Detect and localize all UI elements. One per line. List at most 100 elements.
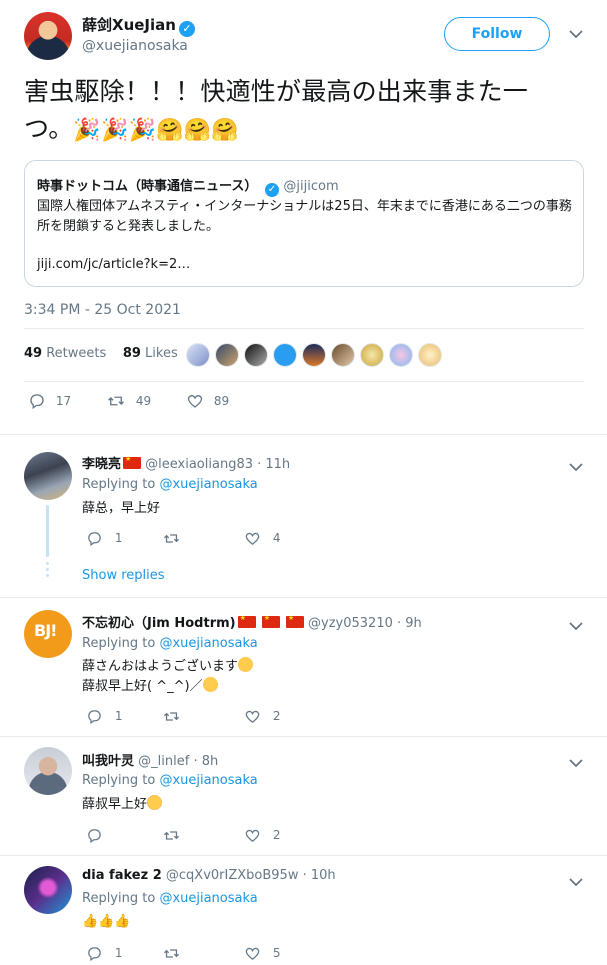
- china-flag-icon: [237, 614, 256, 628]
- thread-dots: [46, 562, 49, 580]
- author-name[interactable]: 薛剑XueJian ✓: [82, 14, 195, 37]
- tweet-text: 害虫駆除！！！快適性が最高の出来事また一 つ。🎉🎉🎉🤗🤗🤗: [24, 73, 584, 149]
- retweet-icon: [163, 949, 180, 958]
- reply-button[interactable]: 1: [86, 945, 122, 962]
- smiling-face-with-hearts-icon: [147, 795, 163, 810]
- reply-avatar[interactable]: [24, 452, 72, 500]
- replying-to: Replying to @xuejianosaka: [82, 477, 258, 492]
- retweet-button[interactable]: [162, 827, 181, 844]
- china-flag-icon: [285, 614, 304, 628]
- retweet-button[interactable]: [162, 708, 181, 725]
- like-button[interactable]: 89: [186, 392, 229, 410]
- retweet-button[interactable]: [162, 945, 181, 962]
- reply-text: 薛总，早上好: [82, 501, 161, 516]
- liker-avatar[interactable]: [273, 343, 297, 367]
- liker-avatar[interactable]: [302, 343, 326, 367]
- divider: [24, 328, 584, 329]
- replying-to-link[interactable]: @xuejianosaka: [159, 891, 257, 906]
- tweet-emojis: 🎉🎉🎉🤗🤗🤗: [73, 118, 239, 143]
- avatar-logo: BJ!: [34, 621, 57, 640]
- replying-to: Replying to @xuejianosaka: [82, 773, 258, 788]
- reply-icon: [88, 532, 101, 547]
- reply-icon: [30, 394, 44, 410]
- reply-button[interactable]: 1: [86, 530, 122, 547]
- reply-button[interactable]: 17: [28, 392, 71, 410]
- chevron-down-icon[interactable]: [569, 27, 583, 43]
- reply-button[interactable]: [86, 827, 103, 844]
- quoted-handle: @jijicom: [283, 179, 339, 194]
- reply-text: 薛叔早上好: [82, 795, 163, 815]
- replying-to-link[interactable]: @xuejianosaka: [159, 773, 257, 788]
- grinning-face-icon: [238, 657, 254, 672]
- liker-avatar[interactable]: [389, 343, 413, 367]
- verified-badge-icon: ✓: [178, 21, 195, 37]
- liker-avatar[interactable]: [186, 343, 210, 367]
- section-divider: [0, 597, 607, 598]
- liker-avatar[interactable]: [360, 343, 384, 367]
- thread-line: [46, 505, 49, 557]
- quoted-text: 国際人権団体アムネスティ・インターナショナルは25日、年末までに香港にある二つの…: [37, 199, 572, 234]
- retweet-icon: [108, 396, 124, 406]
- tweet-text-line-1: 害虫駆除！！！快適性が最高の出来事また一: [24, 77, 529, 106]
- chevron-down-icon[interactable]: [569, 753, 583, 772]
- like-button[interactable]: 5: [244, 945, 280, 962]
- like-button[interactable]: 4: [244, 530, 280, 547]
- heart-icon: [245, 829, 260, 842]
- tweet-stats: 49 Retweets 89 Likes: [24, 346, 178, 361]
- retweet-icon: [163, 712, 180, 721]
- heart-icon: [245, 710, 260, 723]
- retweet-button[interactable]: [162, 530, 181, 547]
- liker-avatar[interactable]: [331, 343, 355, 367]
- reply-author[interactable]: 叫我叶灵 @_linlef · 8h: [82, 750, 218, 769]
- chevron-down-icon[interactable]: [569, 457, 583, 476]
- reply-text: 薛さんおはようございます 薛叔早上好( ^_^)／: [82, 657, 254, 697]
- quoted-tweet-card[interactable]: 時事ドットコム（時事通信ニュース） ✓ @jijicom 国際人権団体アムネステ…: [24, 160, 584, 287]
- replying-to-link[interactable]: @xuejianosaka: [159, 477, 257, 492]
- retweets-stat[interactable]: 49 Retweets: [24, 346, 106, 361]
- china-flag-icon: [123, 455, 142, 469]
- show-replies-link[interactable]: Show replies: [82, 568, 165, 583]
- heart-icon: [245, 947, 260, 960]
- chevron-down-icon[interactable]: [569, 616, 583, 635]
- author-handle[interactable]: @xuejianosaka: [82, 38, 188, 54]
- reply-author[interactable]: 不忘初心（Jim Hodtrm) @yzy053210 · 9h: [82, 612, 422, 631]
- reply-button[interactable]: 1: [86, 708, 122, 725]
- section-divider: [0, 434, 607, 435]
- reply-avatar[interactable]: BJ!: [24, 610, 72, 658]
- like-button[interactable]: 2: [244, 827, 280, 844]
- retweet-button[interactable]: 49: [106, 392, 151, 410]
- reply-avatar[interactable]: [24, 747, 72, 795]
- liker-avatar[interactable]: [244, 343, 268, 367]
- liker-avatar[interactable]: [418, 343, 442, 367]
- verified-badge-icon: ✓: [264, 183, 279, 197]
- quoted-author: 時事ドットコム（時事通信ニュース） ✓ @jijicom: [37, 179, 339, 197]
- reply-icon: [88, 710, 101, 725]
- heart-icon: [245, 532, 260, 545]
- liker-avatars: [186, 343, 442, 367]
- quoted-link[interactable]: jiji.com/jc/article?k=2…: [37, 257, 190, 272]
- reply-text: 👍👍👍: [82, 914, 131, 929]
- retweet-icon: [163, 534, 180, 543]
- reply-author[interactable]: 李晓亮 @leexiaoliang83 · 11h: [82, 453, 290, 472]
- china-flag-icon: [261, 614, 280, 628]
- chevron-down-icon[interactable]: [569, 872, 583, 891]
- author-avatar[interactable]: [24, 12, 72, 60]
- reply-icon: [88, 829, 101, 844]
- tweet-timestamp[interactable]: 3:34 PM - 25 Oct 2021: [24, 302, 181, 318]
- follow-button[interactable]: Follow: [444, 17, 550, 51]
- replying-to: Replying to @xuejianosaka: [82, 891, 258, 906]
- reply-avatar[interactable]: [24, 866, 72, 914]
- replying-to-link[interactable]: @xuejianosaka: [159, 636, 257, 651]
- grinning-face-icon: [202, 677, 218, 692]
- reply-author[interactable]: dia fakez 2 @cqXv0rIZXboB95w · 10h: [82, 868, 336, 883]
- section-divider: [0, 736, 607, 737]
- divider: [24, 381, 584, 382]
- reply-icon: [88, 947, 101, 962]
- like-button[interactable]: 2: [244, 708, 280, 725]
- liker-avatar[interactable]: [215, 343, 239, 367]
- replying-to: Replying to @xuejianosaka: [82, 636, 258, 651]
- heart-icon: [187, 394, 203, 408]
- section-divider: [0, 855, 607, 856]
- likes-stat[interactable]: 89 Likes: [123, 346, 178, 361]
- tweet-text-line-2: つ。🎉🎉🎉🤗🤗🤗: [24, 114, 239, 143]
